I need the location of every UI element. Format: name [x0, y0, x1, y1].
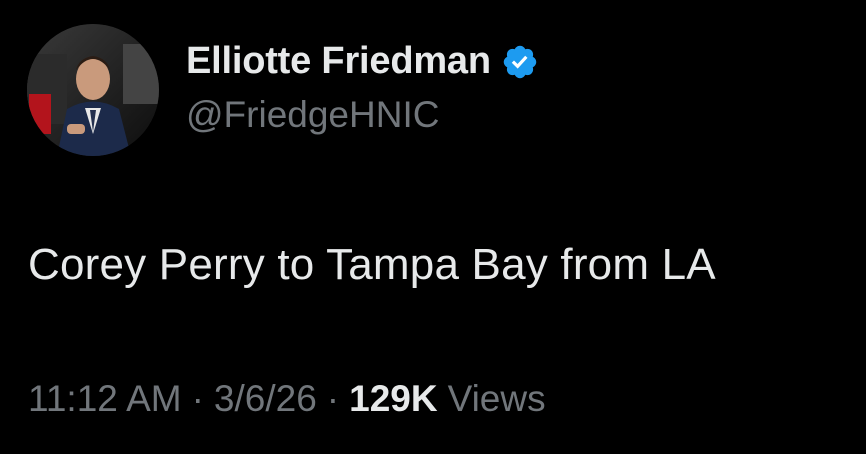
meta-separator: · [191, 378, 204, 419]
tweet-date[interactable]: 3/6/26 [214, 378, 317, 420]
meta-separator: · [326, 378, 340, 419]
author-handle[interactable]: @FriedgeHNIC [186, 94, 439, 136]
avatar[interactable] [27, 24, 159, 156]
tweet-metadata: 11:12 AM · 3/6/26 · 129K Views [28, 378, 546, 420]
author-display-name[interactable]: Elliotte Friedman [186, 40, 491, 83]
views-count[interactable]: 129K [349, 378, 437, 420]
views-label[interactable]: Views [448, 378, 546, 420]
profile-photo [27, 24, 159, 156]
tweet-text: Corey Perry to Tampa Bay from LA [28, 240, 716, 289]
author-name-row[interactable]: Elliotte Friedman [186, 40, 539, 83]
tweet-time[interactable]: 11:12 AM [28, 378, 182, 420]
verified-badge-icon[interactable] [501, 43, 539, 81]
